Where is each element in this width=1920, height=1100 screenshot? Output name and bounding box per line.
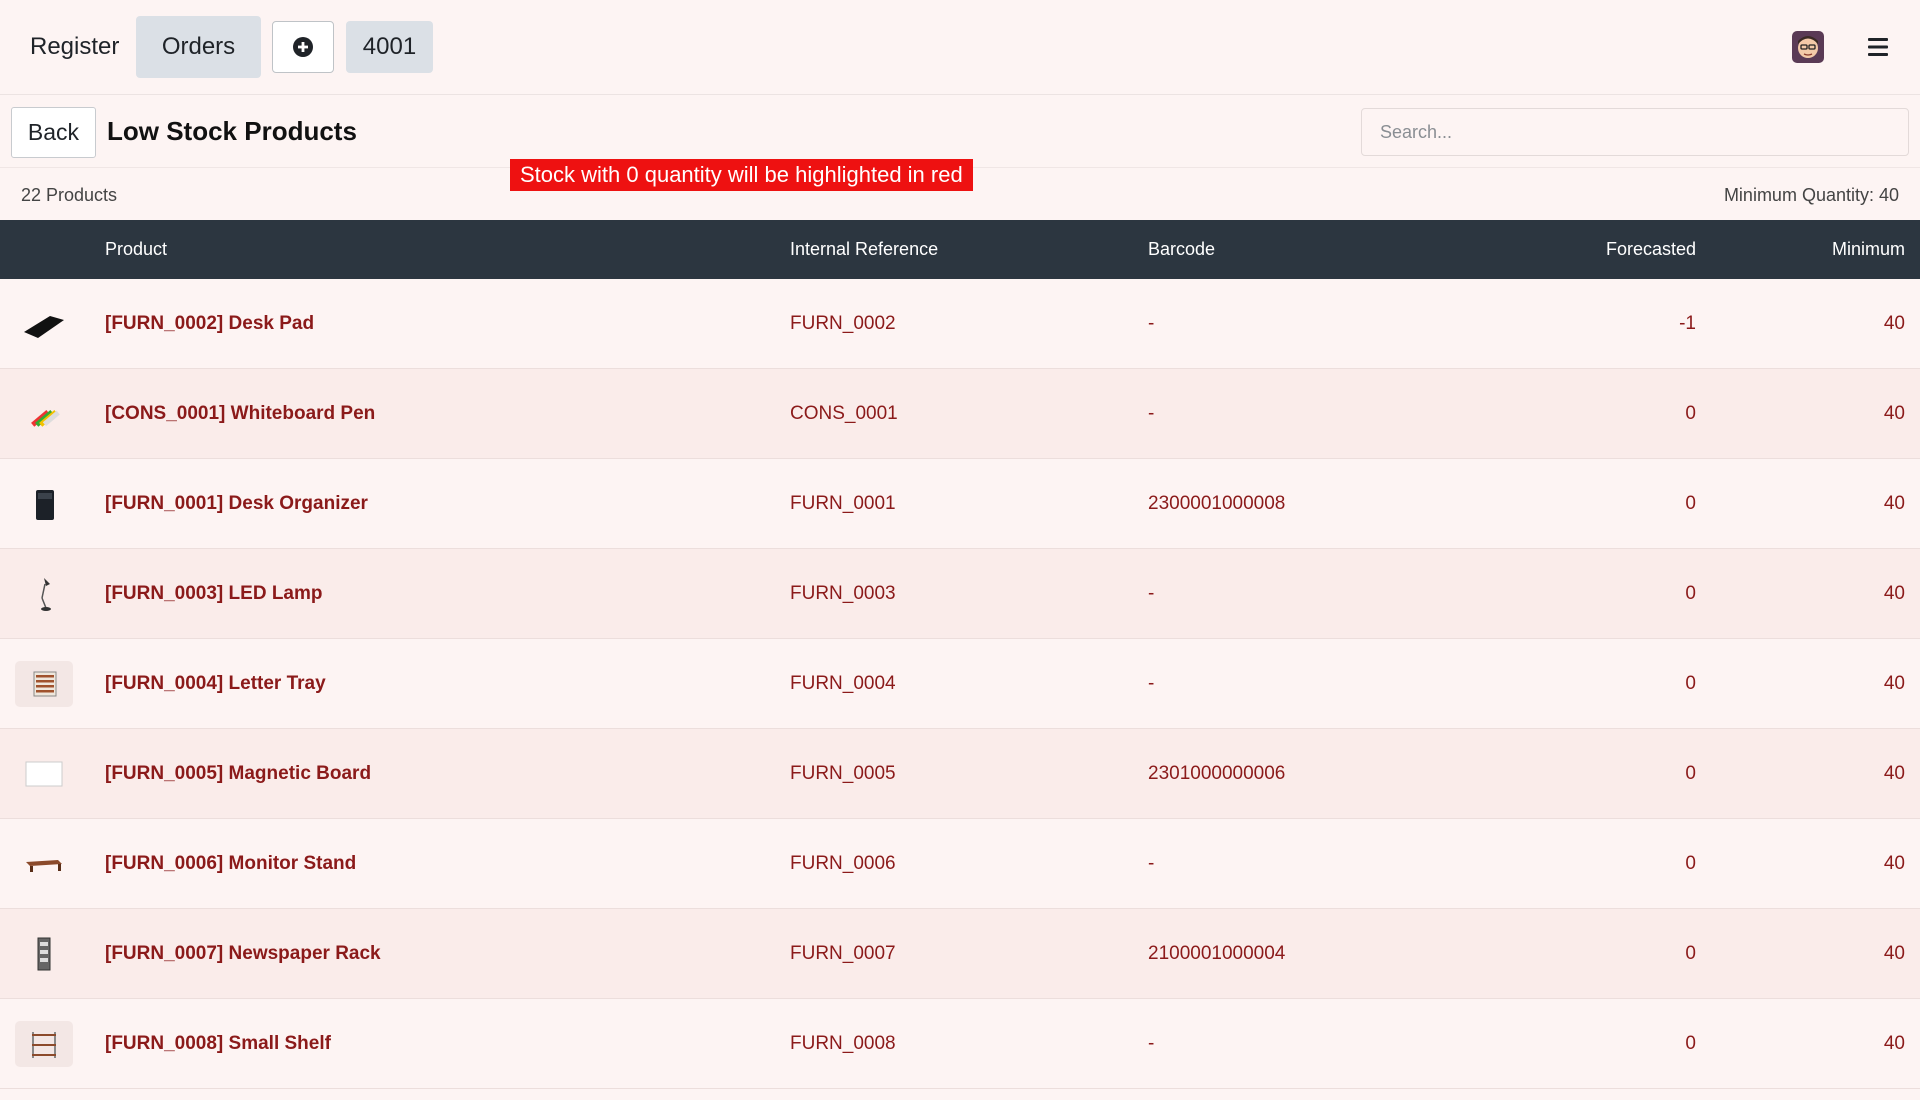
internal-reference: FURN_0005 <box>790 763 896 784</box>
product-name-link[interactable]: [FURN_0005] Magnetic Board <box>105 763 371 785</box>
header-product: Product <box>105 239 168 259</box>
internal-reference: FURN_0004 <box>790 673 896 694</box>
minimum-quantity: 40 <box>1883 1033 1905 1054</box>
forecasted-quantity: 0 <box>1685 1033 1696 1054</box>
barcode: - <box>1148 853 1155 874</box>
minimum-quantity: 40 <box>1883 493 1905 514</box>
desk-pad-thumbnail <box>15 301 73 347</box>
forecasted-quantity: -1 <box>1679 313 1696 334</box>
product-name-link[interactable]: [FURN_0003] LED Lamp <box>105 583 323 605</box>
internal-reference: CONS_0001 <box>790 403 898 424</box>
minimum-quantity: 40 <box>1883 403 1905 424</box>
desk-organizer-thumbnail <box>15 481 73 527</box>
minimum-quantity: 40 <box>1883 583 1905 604</box>
forecasted-quantity: 0 <box>1685 673 1696 694</box>
internal-reference: FURN_0007 <box>790 943 896 964</box>
zero-stock-notice: Stock with 0 quantity will be highlighte… <box>510 159 973 191</box>
internal-reference: FURN_0002 <box>790 313 896 334</box>
internal-reference: FURN_0008 <box>790 1033 896 1054</box>
control-panel: Back Low Stock Products <box>0 96 1920 168</box>
barcode: 2300001000008 <box>1148 493 1286 514</box>
product-name-link[interactable]: [FURN_0004] Letter Tray <box>105 673 326 695</box>
product-name-link[interactable]: [CONS_0001] Whiteboard Pen <box>105 403 375 425</box>
plus-circle-icon <box>293 37 313 57</box>
barcode: - <box>1148 1033 1155 1054</box>
top-navbar: Register Orders 4001 <box>0 0 1920 95</box>
forecasted-quantity: 0 <box>1685 943 1696 964</box>
search-input[interactable] <box>1361 108 1909 156</box>
header-barcode: Barcode <box>1148 239 1216 259</box>
barcode: - <box>1148 583 1155 604</box>
hamburger-menu-icon <box>1868 38 1888 56</box>
main-menu-button[interactable] <box>1864 34 1892 60</box>
product-name-link[interactable]: [FURN_0001] Desk Organizer <box>105 493 368 515</box>
newspaper-rack-thumbnail <box>15 931 73 977</box>
internal-reference: FURN_0001 <box>790 493 896 514</box>
whiteboard-pen-thumbnail <box>15 391 73 437</box>
table-row[interactable]: [FURN_0004] Letter Tray FURN_0004 - 0 40 <box>0 639 1920 729</box>
table-header: Product Internal Reference Barcode Forec… <box>0 220 1920 279</box>
forecasted-quantity: 0 <box>1685 763 1696 784</box>
barcode: - <box>1148 403 1155 424</box>
forecasted-quantity: 0 <box>1685 583 1696 604</box>
product-name-link[interactable]: [FURN_0006] Monitor Stand <box>105 853 356 875</box>
minimum-quantity-label: Minimum Quantity: 40 <box>1723 185 1899 205</box>
register-tab[interactable]: Register <box>10 16 139 78</box>
internal-reference: FURN_0006 <box>790 853 896 874</box>
forecasted-quantity: 0 <box>1685 403 1696 424</box>
minimum-quantity: 40 <box>1883 853 1905 874</box>
magnetic-board-thumbnail <box>15 751 73 797</box>
user-avatar[interactable] <box>1792 31 1824 63</box>
product-name-link[interactable]: [FURN_0002] Desk Pad <box>105 313 314 335</box>
table-row[interactable]: [FURN_0006] Monitor Stand FURN_0006 - 0 … <box>0 819 1920 909</box>
table-row[interactable]: [FURN_0007] Newspaper Rack FURN_0007 210… <box>0 909 1920 999</box>
led-lamp-thumbnail <box>15 571 73 617</box>
orders-tab[interactable]: Orders <box>136 16 261 78</box>
header-forecasted: Forecasted <box>1605 239 1696 259</box>
product-count: 22 Products <box>21 185 118 205</box>
forecasted-quantity: 0 <box>1685 853 1696 874</box>
minimum-quantity: 40 <box>1883 313 1905 334</box>
barcode: - <box>1148 313 1155 334</box>
table-row[interactable]: [FURN_0001] Desk Organizer FURN_0001 230… <box>0 459 1920 549</box>
page-title: Low Stock Products <box>107 116 357 146</box>
barcode: - <box>1148 673 1155 694</box>
new-order-button[interactable] <box>272 21 334 73</box>
minimum-quantity: 40 <box>1883 673 1905 694</box>
header-internal-reference: Internal Reference <box>790 239 939 259</box>
minimum-quantity: 40 <box>1883 763 1905 784</box>
internal-reference: FURN_0003 <box>790 583 896 604</box>
order-number-tab[interactable]: 4001 <box>346 21 433 73</box>
back-button[interactable]: Back <box>11 107 96 158</box>
table-row[interactable]: [CONS_0001] Whiteboard Pen CONS_0001 - 0… <box>0 369 1920 459</box>
product-name-link[interactable]: [FURN_0008] Small Shelf <box>105 1033 331 1055</box>
monitor-stand-thumbnail <box>15 841 73 887</box>
table-row[interactable]: [FURN_0002] Desk Pad FURN_0002 - -1 40 <box>0 279 1920 369</box>
header-minimum: Minimum <box>1831 239 1905 259</box>
minimum-quantity: 40 <box>1883 943 1905 964</box>
small-shelf-thumbnail <box>15 1021 73 1067</box>
avatar-icon <box>1792 31 1824 63</box>
barcode: 2301000000006 <box>1148 763 1286 784</box>
table-row[interactable]: [FURN_0005] Magnetic Board FURN_0005 230… <box>0 729 1920 819</box>
product-table-body: [FURN_0002] Desk Pad FURN_0002 - -1 40 [… <box>0 279 1920 1089</box>
letter-tray-thumbnail <box>15 661 73 707</box>
barcode: 2100001000004 <box>1148 943 1286 964</box>
table-row[interactable]: [FURN_0008] Small Shelf FURN_0008 - 0 40 <box>0 999 1920 1089</box>
forecasted-quantity: 0 <box>1685 493 1696 514</box>
table-row[interactable]: [FURN_0003] LED Lamp FURN_0003 - 0 40 <box>0 549 1920 639</box>
product-name-link[interactable]: [FURN_0007] Newspaper Rack <box>105 943 381 965</box>
